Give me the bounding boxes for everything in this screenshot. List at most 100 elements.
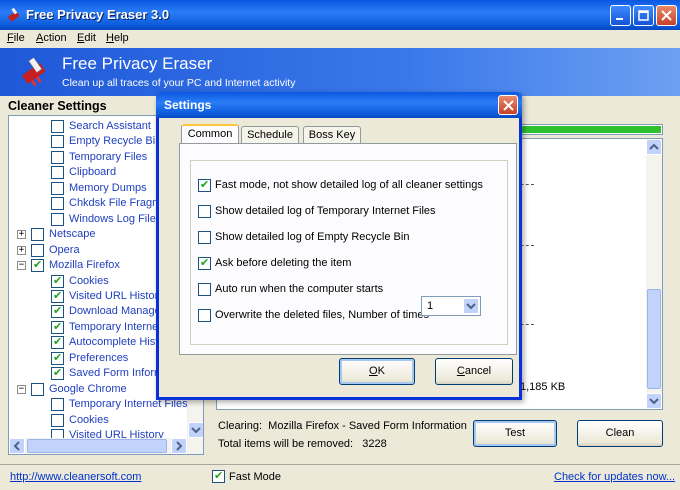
main-title-bar[interactable]: Free Privacy Eraser 3.0 (0, 0, 680, 30)
tree-item-checkbox[interactable] (31, 228, 44, 242)
option-check-icon[interactable] (198, 205, 211, 218)
tab-schedule[interactable]: Schedule (241, 126, 299, 144)
tree-item-checkbox[interactable] (51, 320, 64, 334)
tree-item-checkbox[interactable] (31, 382, 44, 396)
expand-icon[interactable]: + (17, 230, 26, 240)
tree-item-checkbox[interactable] (51, 366, 64, 381)
tree-item-label: Netscape (49, 228, 96, 241)
log-scrollbar[interactable] (646, 139, 662, 409)
cancel-button[interactable]: Cancel (435, 358, 513, 385)
tree-item-checkbox[interactable] (51, 304, 64, 319)
tree-horizontal-scrollbar[interactable] (9, 438, 203, 454)
minimize-button[interactable] (610, 5, 631, 26)
option-check-icon[interactable] (198, 309, 211, 322)
tree-item-checkbox[interactable] (51, 335, 64, 350)
website-link[interactable]: http://www.cleanersoft.com (10, 471, 141, 483)
expand-icon[interactable]: + (17, 245, 26, 255)
tree-item-checkbox[interactable] (51, 135, 64, 149)
option-label: Fast mode, not show detailed log of all … (215, 179, 483, 191)
tree-item-label: Search Assistant (69, 120, 151, 132)
tree-item-checkbox[interactable] (51, 274, 64, 288)
tree-item-checkbox[interactable] (51, 150, 64, 164)
tree-item-label: Preferences (69, 351, 129, 364)
tree-item-checkbox[interactable] (51, 212, 64, 226)
dialog-title-bar[interactable]: Settings (156, 92, 522, 118)
close-button[interactable] (656, 5, 677, 26)
log-scroll-up-icon[interactable] (646, 139, 662, 155)
tree-item-label: Opera (49, 243, 80, 256)
tab-boss-key[interactable]: Boss Key (303, 126, 361, 144)
tree-item-label: Download Manager (69, 305, 165, 318)
menu-help[interactable]: Help (106, 32, 129, 44)
menu-edit[interactable]: Edit (77, 32, 96, 44)
log-scroll-down-icon[interactable] (646, 393, 662, 409)
tree-item-label: Autocomplete Histo (69, 336, 165, 349)
tree-item-checkbox[interactable] (51, 351, 64, 365)
clearing-value: Mozilla Firefox - Saved Form Information (268, 420, 467, 432)
tree-item-checkbox[interactable] (51, 166, 64, 180)
scroll-left-icon[interactable] (9, 438, 25, 454)
total-items-status: Total items will be removed: 3228 (218, 438, 387, 450)
total-value: 3228 (362, 438, 387, 450)
total-label: Total items will be removed: (218, 438, 354, 450)
tree-item-label: Memory Dumps (69, 181, 147, 194)
collapse-icon[interactable]: − (17, 261, 26, 271)
option-label: Show detailed log of Empty Recycle Bin (215, 231, 410, 243)
maximize-button[interactable] (633, 5, 654, 26)
eraser-logo-icon (22, 57, 46, 87)
option-label: Auto run when the computer starts (215, 283, 384, 295)
overwrite-times-value: 1 (427, 300, 434, 312)
clearing-label: Clearing: (218, 420, 263, 432)
tree-item-label: Clipboard (69, 166, 117, 179)
option-check-icon[interactable] (198, 231, 211, 244)
tree-item-checkbox[interactable] (51, 289, 64, 303)
app-logo-icon (7, 7, 20, 22)
cleaner-settings-heading: Cleaner Settings (8, 99, 107, 113)
scroll-right-icon[interactable] (171, 438, 187, 454)
collapse-icon[interactable]: − (17, 384, 26, 394)
fast-mode-check-icon[interactable] (212, 469, 225, 483)
scroll-down-icon[interactable] (188, 422, 203, 438)
tree-hscroll-thumb[interactable] (27, 439, 167, 453)
tree-item-label: Mozilla Firefox (49, 259, 120, 272)
window-title: Free Privacy Eraser 3.0 (26, 7, 170, 22)
close-icon (661, 10, 672, 21)
menu-action[interactable]: Action (36, 32, 67, 44)
tree-item-checkbox[interactable] (31, 243, 44, 257)
tree-item-checkbox[interactable] (51, 181, 64, 195)
settings-dialog: Settings Common Schedule Boss Key Fast m… (156, 92, 522, 400)
tree-item-checkbox[interactable] (51, 413, 64, 427)
menu-bar: File Action Edit Help (0, 30, 680, 48)
option-check-icon[interactable] (198, 256, 211, 270)
tree-item-checkbox[interactable] (31, 258, 44, 273)
dialog-title: Settings (164, 98, 212, 112)
test-button[interactable]: Test (473, 420, 557, 447)
tab-common[interactable]: Common (181, 124, 239, 145)
header-banner: Free Privacy Eraser Clean up all traces … (0, 48, 680, 96)
maximize-icon (638, 10, 649, 21)
close-icon (503, 100, 514, 111)
clean-button[interactable]: Clean (577, 420, 663, 447)
tree-item-checkbox[interactable] (51, 197, 64, 211)
tree-item-label: Saved Form Informa (69, 367, 170, 380)
tree-item-label: Google Chrome (49, 382, 127, 395)
tree-item-checkbox[interactable] (51, 120, 64, 133)
banner-subtitle: Clean up all traces of your PC and Inter… (62, 77, 296, 89)
dialog-close-button[interactable] (498, 95, 518, 115)
chevron-down-icon[interactable] (463, 298, 479, 314)
banner-title: Free Privacy Eraser (62, 54, 213, 73)
option-check-icon[interactable] (198, 178, 211, 192)
common-tab-panel: Fast mode, not show detailed log of all … (179, 143, 517, 355)
tree-item-label: Temporary Internet (69, 320, 162, 333)
check-updates-link[interactable]: Check for updates now... (554, 471, 675, 483)
option-label: Ask before deleting the item (215, 257, 352, 269)
ok-button[interactable]: OK (339, 358, 415, 385)
tree-item-checkbox[interactable] (51, 398, 64, 412)
fast-mode-label: Fast Mode (229, 471, 281, 483)
menu-file[interactable]: File (7, 32, 25, 44)
option-label: Overwrite the deleted files, Number of t… (215, 309, 429, 321)
log-scroll-thumb[interactable] (647, 289, 661, 389)
overwrite-times-select[interactable]: 1 (421, 296, 481, 316)
tree-item-label: Cookies (69, 413, 109, 426)
option-check-icon[interactable] (198, 283, 211, 296)
